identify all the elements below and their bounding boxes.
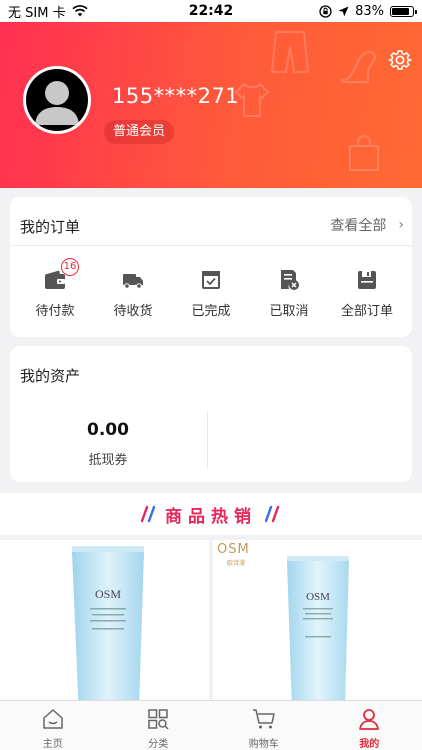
status-left: 无 SIM 卡 xyxy=(8,2,88,21)
coupon-label[interactable]: 抵现券 xyxy=(10,449,206,468)
product-card[interactable]: OSM xyxy=(0,540,209,700)
default-user-icon xyxy=(35,81,79,125)
order-item-label: 已取消 xyxy=(269,304,309,319)
product-brand-logo: OSM xyxy=(217,542,250,557)
avatar[interactable] xyxy=(23,66,91,134)
carrier-text: 无 SIM 卡 xyxy=(8,5,66,21)
truck-icon xyxy=(123,274,143,289)
status-bar: 无 SIM 卡 22:42 83% xyxy=(0,0,422,22)
battery-icon xyxy=(390,5,417,17)
slash-decor-right-icon xyxy=(265,505,280,523)
decor-bag-icon xyxy=(349,135,379,171)
orders-title: 我的订单 xyxy=(20,218,81,236)
order-pending-receipt[interactable]: 待收货 xyxy=(96,269,170,319)
order-cancelled[interactable]: 已取消 xyxy=(252,269,326,319)
cart-icon xyxy=(252,709,275,729)
view-all-label: 查看全部 xyxy=(330,218,387,234)
order-item-label: 待收货 xyxy=(113,304,153,319)
hot-sales-title: 商品热销 xyxy=(165,506,257,527)
location-arrow-icon xyxy=(338,6,349,16)
assets-divider xyxy=(207,412,208,468)
coupon-value[interactable]: 0.00 xyxy=(10,420,206,440)
product-brand-print: OSM xyxy=(306,591,330,603)
avatar-image xyxy=(26,69,88,131)
tab-label: 购物车 xyxy=(248,739,279,750)
tab-label: 主页 xyxy=(42,739,63,750)
product-grid: OSM OSM 欧诗漫 OSM xyxy=(0,540,422,700)
save-doc-icon xyxy=(358,271,376,289)
tab-mine[interactable]: 我的 xyxy=(317,701,422,750)
decor-pants-icon xyxy=(270,31,310,73)
check-box-icon xyxy=(202,271,220,289)
wifi-icon xyxy=(71,5,88,17)
decor-heel-icon xyxy=(341,50,376,83)
slash-decor-left-icon xyxy=(141,505,156,523)
my-orders-card: 我的订单 查看全部 › 16 待付款 待收货 已完成 已取消 全部订单 xyxy=(10,197,412,337)
user-phone: 155****271 xyxy=(112,84,240,108)
tab-cart[interactable]: 购物车 xyxy=(211,701,317,750)
status-right: 83% xyxy=(319,3,417,19)
user-icon xyxy=(359,709,380,730)
category-icon xyxy=(148,709,169,730)
tab-category[interactable]: 分类 xyxy=(106,701,212,750)
order-completed[interactable]: 已完成 xyxy=(174,269,248,319)
settings-gear-icon[interactable] xyxy=(388,48,412,72)
tab-label: 分类 xyxy=(148,739,169,750)
my-assets-card: 我的资产 0.00 抵现券 xyxy=(10,346,412,482)
product-brand-print: OSM xyxy=(95,587,121,601)
tab-label: 我的 xyxy=(359,739,380,750)
orders-divider xyxy=(10,245,412,246)
battery-text: 83% xyxy=(355,3,384,19)
order-item-label: 全部订单 xyxy=(340,304,393,319)
tab-home[interactable]: 主页 xyxy=(0,701,106,750)
product-image: OSM xyxy=(72,546,144,700)
order-status-list: 16 待付款 待收货 已完成 已取消 全部订单 xyxy=(10,258,412,319)
profile-header: 155****271 普通会员 xyxy=(0,22,422,188)
chevron-right-icon: › xyxy=(398,217,404,233)
cancel-doc-icon xyxy=(281,270,299,290)
assets-title: 我的资产 xyxy=(20,367,81,385)
orientation-lock-icon xyxy=(319,4,332,18)
order-all[interactable]: 全部订单 xyxy=(330,269,404,319)
product-card[interactable]: OSM 欧诗漫 OSM xyxy=(213,540,422,700)
view-all-orders-link[interactable]: 查看全部 › xyxy=(330,215,404,235)
order-pending-payment[interactable]: 16 待付款 xyxy=(18,258,92,319)
order-item-label: 已完成 xyxy=(191,304,231,319)
pending-payment-badge: 16 xyxy=(61,258,79,276)
bottom-tab-bar: 主页 分类 购物车 我的 xyxy=(0,700,422,750)
product-brand-sub: 欧诗漫 xyxy=(227,560,246,567)
hot-sales-banner: 商品热销 xyxy=(0,493,422,535)
home-icon xyxy=(43,709,63,729)
battery-fill xyxy=(392,7,409,15)
member-level-badge: 普通会员 xyxy=(104,120,175,144)
order-item-label: 待付款 xyxy=(35,304,75,319)
